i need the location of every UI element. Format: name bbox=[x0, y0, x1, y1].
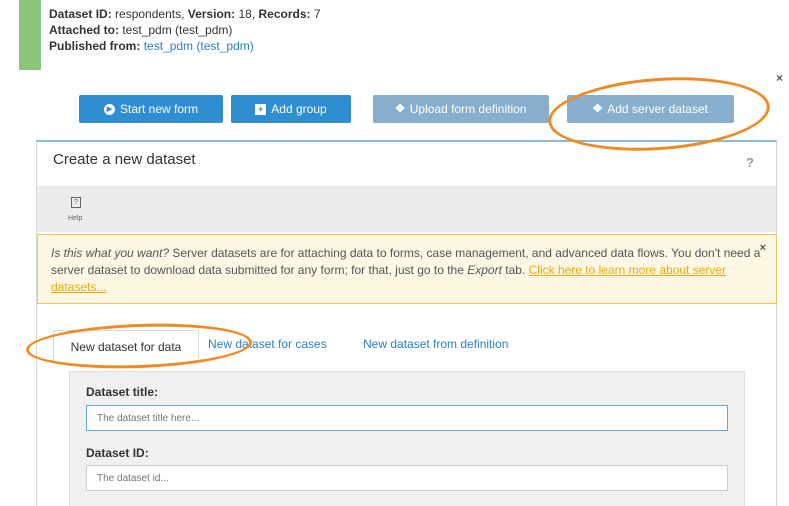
dataset-id-input[interactable] bbox=[86, 465, 728, 491]
notice-close-icon[interactable]: × bbox=[760, 240, 766, 257]
published-label: Published from: bbox=[49, 39, 141, 53]
notice-tail: tab. bbox=[501, 263, 529, 277]
published-link[interactable]: test_pdm (test_pdm) bbox=[144, 39, 254, 53]
tab-new-dataset-for-cases[interactable]: New dataset for cases bbox=[208, 337, 327, 351]
notice-export: Export bbox=[467, 263, 502, 277]
help-label[interactable]: Help bbox=[68, 215, 82, 222]
add-group-button[interactable]: + Add group bbox=[231, 95, 351, 123]
dataset-title-label: Dataset title: bbox=[86, 385, 159, 399]
tab-new-dataset-for-data[interactable]: New dataset for data bbox=[53, 330, 199, 362]
diamond-arrows-icon: ✥ bbox=[395, 102, 405, 115]
records-label: Records: bbox=[258, 7, 311, 21]
notice-lead: Is this what you want? bbox=[51, 246, 170, 260]
upload-form-definition-button[interactable]: ✥ Upload form definition bbox=[373, 95, 549, 123]
dataset-info-line-2: Attached to: test_pdm (test_pdm) bbox=[49, 22, 321, 38]
version-value: 18 bbox=[238, 7, 252, 21]
dataset-form: Dataset title: Dataset ID: bbox=[69, 371, 745, 506]
dataset-info-line-1: Dataset ID: respondents, Version: 18, Re… bbox=[49, 7, 321, 21]
add-server-dataset-label: Add server dataset bbox=[607, 102, 708, 116]
info-notice: Is this what you want? Server datasets a… bbox=[37, 234, 777, 304]
panel-title: Create a new dataset bbox=[53, 151, 196, 168]
help-toolbar: ? Help bbox=[37, 186, 776, 232]
dataset-id-value: respondents bbox=[115, 7, 182, 21]
start-new-form-button[interactable]: ▶ Start new form bbox=[79, 95, 223, 123]
dataset-id-label: Dataset ID: bbox=[49, 7, 112, 21]
create-dataset-panel: Create a new dataset ? ? Help Is this wh… bbox=[36, 140, 777, 506]
play-icon: ▶ bbox=[103, 103, 115, 115]
add-server-dataset-button[interactable]: ✥ Add server dataset bbox=[567, 95, 734, 123]
version-label: Version: bbox=[187, 7, 236, 21]
start-new-form-label: Start new form bbox=[119, 102, 199, 116]
dataset-title-input[interactable] bbox=[86, 405, 728, 431]
attached-value: test_pdm (test_pdm) bbox=[122, 23, 233, 37]
diamond-arrows-icon: ✥ bbox=[593, 102, 603, 115]
dataset-id-field-label: Dataset ID: bbox=[86, 446, 149, 460]
dataset-info-line-3: Published from: test_pdm (test_pdm) bbox=[49, 38, 321, 54]
help-question-icon[interactable]: ? bbox=[746, 155, 754, 170]
add-group-label: Add group bbox=[271, 102, 327, 116]
plus-square-icon: + bbox=[255, 103, 267, 115]
status-accent-bar bbox=[19, 0, 41, 70]
dataset-info: Dataset ID: respondents, Version: 18, Re… bbox=[49, 6, 321, 54]
help-book-icon[interactable]: ? bbox=[71, 197, 81, 208]
close-icon[interactable]: × bbox=[776, 71, 783, 85]
records-value: 7 bbox=[313, 7, 321, 21]
tab-new-dataset-from-definition[interactable]: New dataset from definition bbox=[363, 337, 508, 351]
upload-form-definition-label: Upload form definition bbox=[409, 102, 527, 116]
attached-label: Attached to: bbox=[49, 23, 119, 37]
